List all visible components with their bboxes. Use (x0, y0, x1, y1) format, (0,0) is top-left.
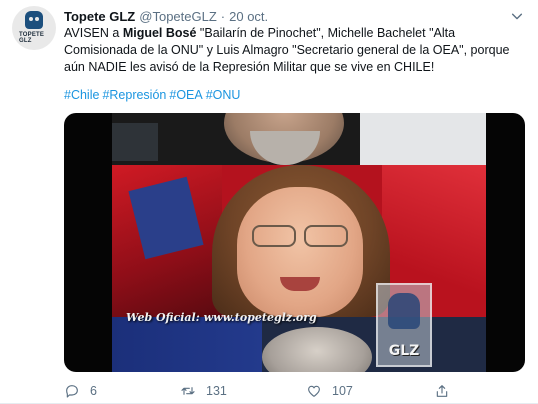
hashtag-link[interactable]: #Chile (64, 88, 99, 102)
tweet-text-start: AVISEN a (64, 26, 123, 40)
image-collage: Web Oficial: www.topeteglz.org GLZ (112, 113, 486, 372)
reply-icon (66, 385, 78, 398)
tweet-image[interactable]: Web Oficial: www.topeteglz.org GLZ (64, 113, 525, 372)
tweet-actions: 6 131 107 (64, 381, 534, 401)
image-watermark: Web Oficial: www.topeteglz.org (126, 311, 317, 324)
image-top-band (112, 113, 486, 165)
like-count: 107 (332, 384, 353, 398)
tweet[interactable]: TOPETE GLZ Topete GLZ @TopeteGLZ · 20 oc… (0, 0, 538, 404)
chevron-down-icon[interactable] (510, 9, 524, 23)
background-screen (112, 123, 158, 161)
like-button[interactable]: 107 (306, 381, 353, 401)
portrait-glasses (252, 225, 348, 247)
hashtag-list: #Chile #Represión #OEA #ONU (64, 88, 243, 102)
share-button[interactable] (434, 381, 450, 401)
tweet-time[interactable]: 20 oct. (229, 9, 268, 24)
avatar-label: TOPETE GLZ (19, 32, 45, 44)
retweet-count: 131 (206, 384, 227, 398)
tweet-header: Topete GLZ @TopeteGLZ · 20 oct. (64, 7, 524, 25)
avatar-logo: TOPETE GLZ (19, 11, 49, 45)
retweet-icon (181, 387, 195, 395)
skull-icon (25, 11, 43, 29)
logo-text: GLZ (388, 343, 420, 359)
share-icon (436, 385, 448, 397)
reply-button[interactable]: 6 (64, 381, 97, 401)
hashtag-link[interactable]: #ONU (206, 88, 241, 102)
mention-name: Miguel Bosé (122, 26, 197, 40)
author-name[interactable]: Topete GLZ (64, 9, 135, 24)
retweet-button[interactable]: 131 (180, 381, 227, 401)
top-background (360, 113, 486, 165)
heart-icon (308, 385, 320, 397)
hashtag-link[interactable]: #OEA (169, 88, 202, 102)
bottom-background (112, 317, 262, 372)
portrait-face (237, 187, 363, 317)
bottom-head (262, 327, 372, 372)
reply-count: 6 (90, 384, 97, 398)
logo-skull-icon (388, 293, 420, 329)
hashtag-link[interactable]: #Represión (102, 88, 166, 102)
separator-dot: · (220, 8, 226, 24)
image-logo: GLZ (376, 283, 432, 367)
avatar[interactable]: TOPETE GLZ (12, 6, 56, 50)
author-handle[interactable]: @TopeteGLZ (139, 9, 217, 24)
tweet-text: AVISEN a Miguel Bosé "Bailarín de Pinoch… (64, 25, 526, 76)
